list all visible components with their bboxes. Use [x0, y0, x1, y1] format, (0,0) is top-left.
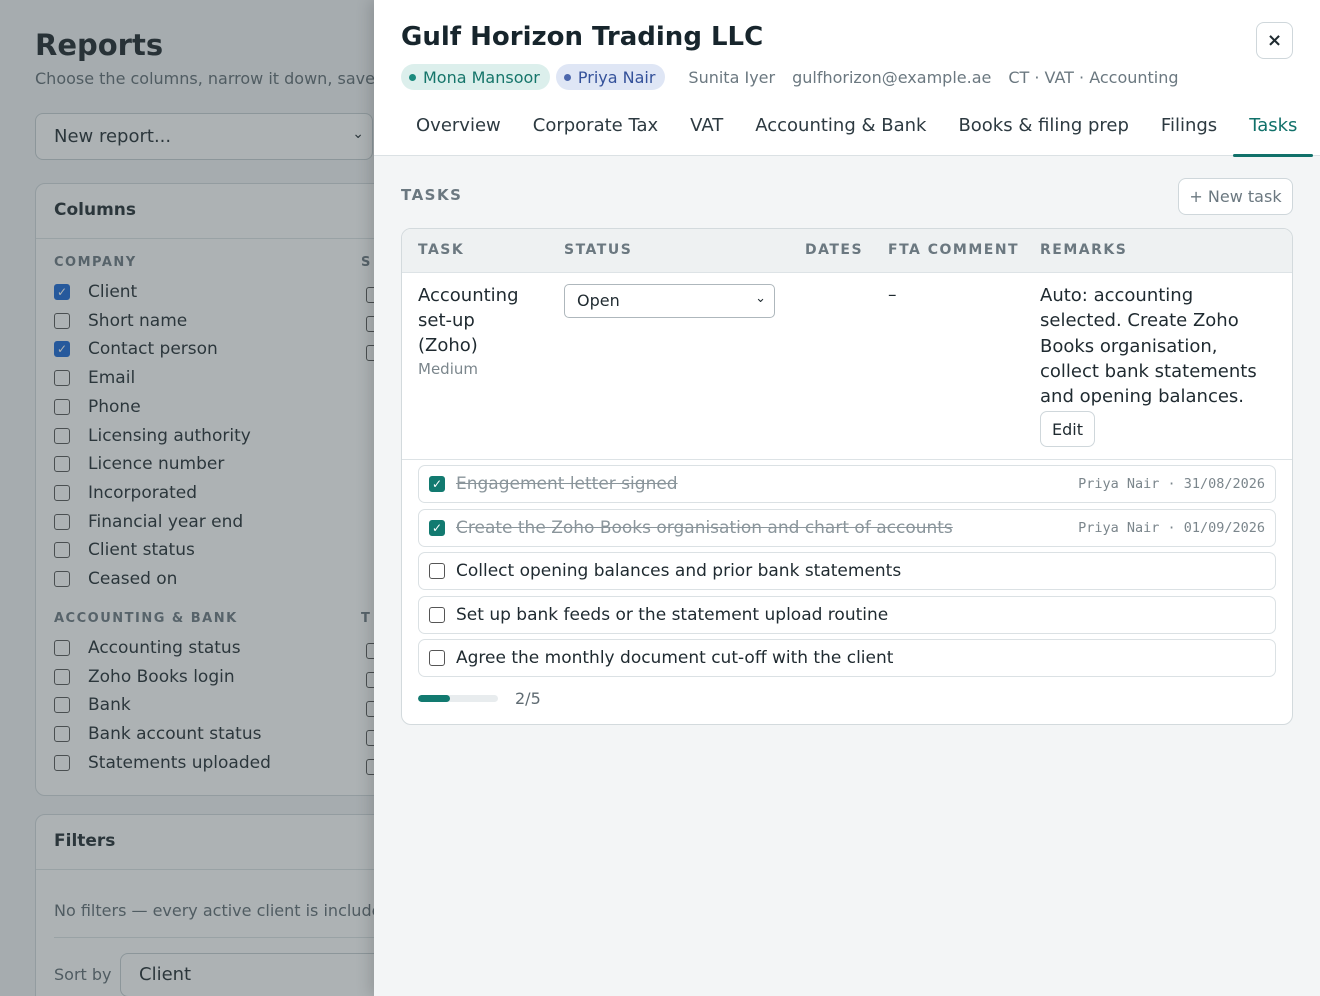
section-title: TASKS — [401, 186, 463, 204]
progress-fill — [418, 695, 450, 702]
divider — [402, 459, 1292, 460]
client-title: Gulf Horizon Trading LLC — [401, 22, 764, 52]
task-name: Accounting set-up (Zoho) — [418, 285, 519, 356]
subtask-label: Collect opening balances and prior bank … — [456, 561, 902, 582]
subtask-checkbox[interactable] — [429, 650, 445, 667]
status-dot-icon — [409, 73, 416, 81]
tab-accounting-bank[interactable]: Accounting & Bank — [739, 104, 942, 156]
chevron-down-icon: ⌄ — [755, 291, 766, 306]
client-drawer: Gulf Horizon Trading LLC × Mona Mansoor … — [374, 0, 1320, 996]
subtask-item[interactable]: ✓ Create the Zoho Books organisation and … — [418, 508, 1276, 547]
tab-corporate-tax[interactable]: Corporate Tax — [517, 104, 674, 156]
edit-remarks-button[interactable]: Edit — [1040, 411, 1095, 447]
subtask-label: Create the Zoho Books organisation and c… — [456, 517, 953, 538]
subtask-checkbox[interactable] — [429, 563, 445, 580]
subtask-checkbox[interactable] — [429, 606, 445, 623]
subtask-label: Agree the monthly document cut-off with … — [456, 648, 894, 669]
subtask-item[interactable]: Agree the monthly document cut-off with … — [418, 639, 1276, 678]
task-remarks: Auto: accounting selected. Create Zoho B… — [1040, 285, 1257, 408]
progress-text: 2/5 — [515, 689, 541, 708]
drawer-tabs: Overview Corporate Tax VAT Accounting & … — [400, 104, 1314, 157]
drawer-header: Gulf Horizon Trading LLC × Mona Mansoor … — [374, 0, 1320, 157]
column-header-dates: DATES — [805, 242, 864, 258]
subtask-item[interactable]: Collect opening balances and prior bank … — [418, 552, 1276, 591]
subtask-item[interactable]: Set up bank feeds or the statement uploa… — [418, 595, 1276, 634]
status-dot-icon — [563, 73, 571, 81]
subtask-checkbox[interactable]: ✓ — [429, 519, 445, 536]
services-list: CT · VAT · Accounting — [1008, 67, 1179, 87]
task-priority: Medium — [418, 360, 478, 378]
column-header-fta-comment: FTA COMMENT — [888, 242, 1020, 258]
status-select-value: Open — [577, 291, 620, 310]
subtask-item[interactable]: ✓ Engagement letter signed Priya Nair · 31… — [418, 465, 1276, 503]
tab-tasks[interactable]: Tasks — [1233, 104, 1314, 157]
column-header-task: TASK — [418, 242, 465, 258]
contact-name: Sunita Iyer — [688, 67, 776, 87]
progress-bar — [418, 695, 498, 702]
tab-books-filing-prep[interactable]: Books & filing prep — [942, 104, 1144, 156]
tab-overview[interactable]: Overview — [400, 104, 517, 156]
tasks-table: TASK STATUS DATES FTA COMMENT REMARKS Ac… — [401, 228, 1293, 725]
subtask-label: Engagement letter signed — [456, 474, 678, 494]
assignee-chip: Mona Mansoor — [401, 64, 550, 90]
close-button[interactable]: × — [1256, 22, 1293, 59]
assignee-chip-label: Mona Mansoor — [423, 67, 540, 87]
client-meta: Mona Mansoor Priya Nair Sunita Iyer gulf… — [401, 64, 1179, 90]
subtask-label: Set up bank feeds or the statement uploa… — [456, 604, 889, 625]
subtask-completion-meta: Priya Nair · 01/09/2026 — [1078, 519, 1265, 536]
column-header-remarks: REMARKS — [1040, 242, 1128, 258]
table-header: TASK STATUS DATES FTA COMMENT REMARKS — [402, 229, 1292, 273]
contact-email: gulfhorizon@example.ae — [792, 67, 992, 87]
assignee-chip-label: Priya Nair — [577, 67, 656, 87]
new-task-button[interactable]: + New task — [1178, 178, 1293, 215]
subtask-completion-meta: Priya Nair · 31/08/2026 — [1078, 476, 1265, 492]
column-header-status: STATUS — [564, 242, 633, 258]
tab-vat[interactable]: VAT — [674, 104, 739, 156]
subtask-checkbox[interactable]: ✓ — [429, 476, 445, 492]
tab-filings[interactable]: Filings — [1145, 104, 1233, 156]
fta-comment: – — [888, 285, 897, 305]
assignee-chip: Priya Nair — [555, 64, 666, 90]
status-select[interactable]: Open ⌄ — [564, 284, 775, 318]
